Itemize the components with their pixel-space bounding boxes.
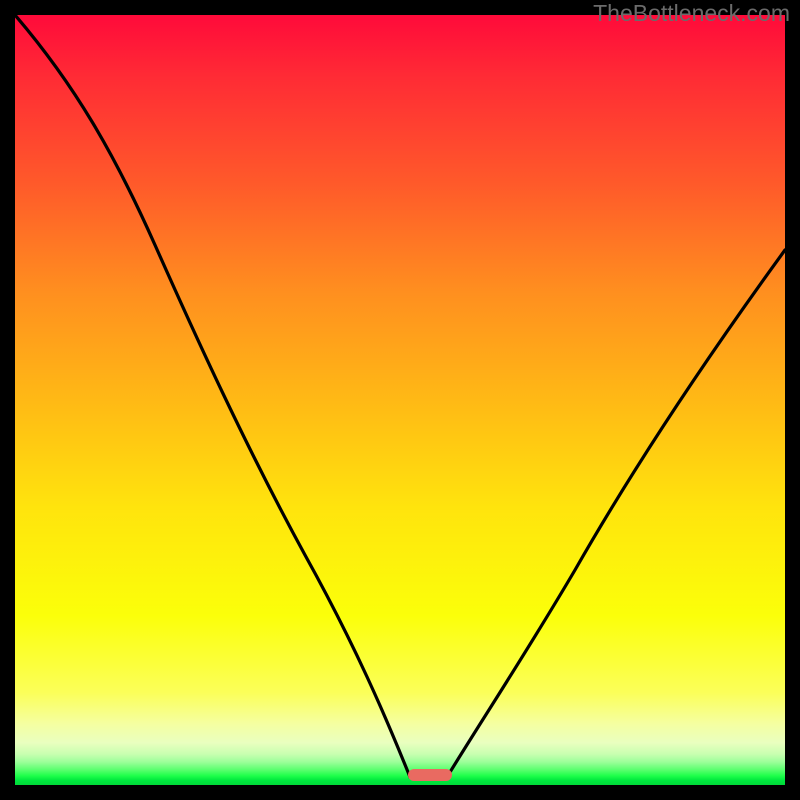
curve-right-branch (447, 250, 785, 777)
plot-area (15, 15, 785, 785)
bottleneck-curve (15, 15, 785, 785)
optimum-marker (408, 769, 452, 781)
attribution-text: TheBottleneck.com (593, 0, 790, 27)
curve-left-branch (15, 15, 410, 777)
chart-frame: TheBottleneck.com (0, 0, 800, 800)
